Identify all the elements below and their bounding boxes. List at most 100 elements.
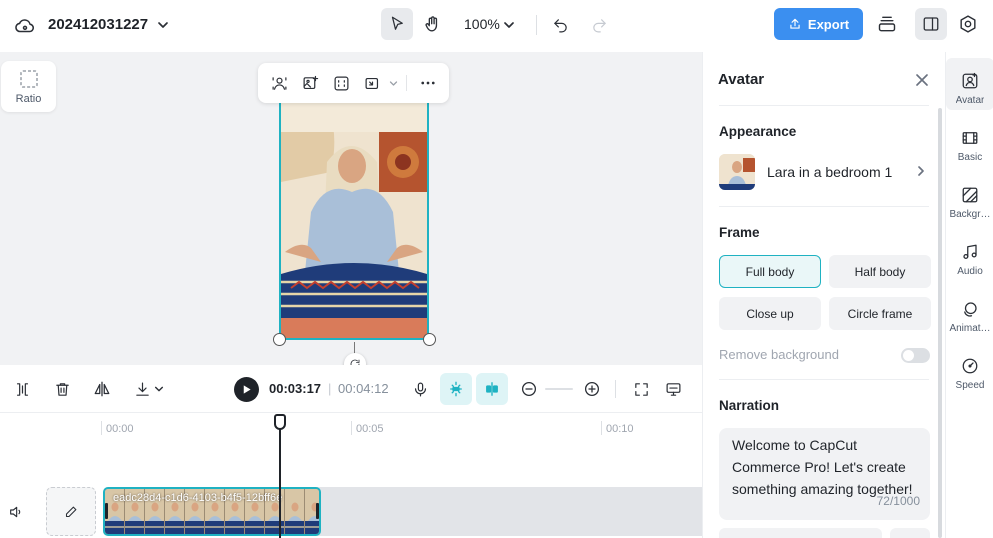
frame-half-body-button[interactable]: Half body [829, 255, 931, 288]
chevron-down-icon[interactable] [153, 14, 173, 36]
top-bar: 202412031227 100% Export [0, 0, 993, 52]
rotate-handle[interactable] [344, 353, 366, 365]
rail-label: Avatar [955, 95, 985, 106]
export-label: Export [807, 16, 850, 32]
film-icon [962, 132, 978, 144]
toggle-knob [903, 350, 914, 361]
playhead-line [279, 425, 281, 538]
add-image-icon[interactable] [298, 71, 322, 95]
divider [719, 105, 929, 106]
delete-icon[interactable] [50, 377, 74, 401]
avatar-clip[interactable]: eadc28d4-c1d6-4103-b4f5-12bff6e [103, 487, 321, 536]
tick-label: 00:10 [606, 423, 634, 435]
zoom-in-icon[interactable] [581, 378, 603, 400]
playback-toolbar: 00:03:17 | 00:04:12 [0, 365, 702, 413]
avatar-replace-icon[interactable] [267, 71, 291, 95]
hand-tool-button[interactable] [417, 8, 447, 40]
snap-toggle-button[interactable] [440, 373, 472, 405]
close-icon[interactable] [911, 69, 933, 91]
avatar-selector[interactable]: Lara in a bedroom 1 [719, 153, 931, 191]
zoom-chevron-icon[interactable] [500, 14, 518, 36]
background-icon [962, 187, 978, 203]
clip-trim-handle-right[interactable] [316, 503, 319, 519]
zoom-level[interactable]: 100% [464, 16, 500, 32]
download-chevron-icon[interactable] [153, 381, 165, 397]
rail-item-background[interactable]: Backgr… [946, 172, 993, 224]
panel-scrollbar[interactable] [938, 108, 942, 538]
zoom-slider[interactable] [545, 388, 573, 390]
rotate-icon [350, 359, 360, 365]
settings-icon[interactable] [955, 11, 981, 37]
flip-icon[interactable] [90, 377, 114, 401]
rail-item-avatar[interactable]: Avatar [946, 58, 993, 110]
clip-name: eadc28d4-c1d6-4103-b4f5-12bff6e [113, 492, 283, 504]
avatar-name: Lara in a bedroom 1 [767, 164, 893, 180]
magnet-snap-icon [450, 381, 462, 397]
avatar-panel: Avatar Appearance Lara in a bedroom 1 Fr… [702, 52, 945, 538]
avatar-image [281, 102, 427, 338]
zoom-out-icon[interactable] [518, 378, 540, 400]
transform-chevron-icon[interactable] [387, 75, 399, 91]
rail-label: Speed [955, 380, 985, 391]
frame-title: Frame [719, 225, 760, 240]
ratio-button[interactable]: Ratio [1, 61, 56, 112]
rail-item-audio[interactable]: Audio [946, 229, 993, 281]
animation-icon [964, 302, 977, 317]
tick-label: 00:00 [106, 423, 134, 435]
export-button[interactable]: Export [774, 8, 863, 40]
edit-cover-button[interactable] [46, 487, 96, 536]
frame-close-up-button[interactable]: Close up [719, 297, 821, 330]
download-icon[interactable] [130, 377, 154, 401]
redo-icon[interactable] [587, 12, 611, 38]
chevron-right-icon [915, 165, 927, 177]
avatar-video-preview[interactable] [279, 100, 429, 340]
transform-icon[interactable] [360, 71, 384, 95]
microphone-icon[interactable] [408, 377, 432, 401]
fullscreen-icon[interactable] [629, 377, 653, 401]
rail-label: Backgr… [949, 209, 991, 220]
undo-icon[interactable] [548, 12, 572, 38]
voice-selector[interactable] [719, 528, 882, 538]
tick-label: 00:05 [356, 423, 384, 435]
crop-frame-icon[interactable] [329, 71, 353, 95]
ratio-label: Ratio [15, 92, 42, 105]
divider [406, 75, 407, 91]
timeline[interactable]: 00:00 00:05 00:10 eadc28d4-c1d6-4103-b4f… [0, 413, 702, 538]
align-toggle-button[interactable] [476, 373, 508, 405]
resize-handle-bottom-right[interactable] [423, 333, 436, 346]
panel-toggle-icon[interactable] [915, 8, 947, 40]
narration-textarea[interactable]: Welcome to CapCut Commerce Pro! Let's cr… [719, 428, 930, 520]
frame-circle-button[interactable]: Circle frame [829, 297, 931, 330]
select-tool-button[interactable] [381, 8, 413, 40]
preview-canvas[interactable]: Ratio [0, 52, 702, 365]
rail-item-speed[interactable]: Speed [946, 343, 993, 395]
narration-text: Welcome to CapCut Commerce Pro! Let's cr… [732, 437, 913, 497]
avatar-thumbnail [719, 154, 755, 190]
play-icon [243, 385, 251, 394]
project-name[interactable]: 202412031227 [48, 16, 148, 33]
character-counter: 72/1000 [876, 494, 920, 508]
divider [719, 206, 929, 207]
volume-icon[interactable] [5, 501, 27, 523]
layers-icon[interactable] [874, 11, 900, 37]
tick-mark [601, 421, 602, 435]
upload-icon [790, 18, 800, 29]
clip-trim-handle-left[interactable] [105, 503, 108, 519]
caption-icon[interactable] [661, 377, 685, 401]
split-icon[interactable] [10, 377, 34, 401]
resize-handle-bottom-left[interactable] [273, 333, 286, 346]
rail-item-basic[interactable]: Basic [946, 115, 993, 167]
remove-background-toggle[interactable] [901, 348, 930, 363]
playhead-handle[interactable] [274, 414, 286, 430]
current-time: 00:03:17 [269, 381, 322, 396]
rail-item-animation[interactable]: Animat… [946, 286, 993, 338]
avatar-icon [962, 72, 978, 89]
divider [615, 380, 616, 398]
voice-preview-button[interactable] [890, 528, 930, 538]
cloud-sync-icon[interactable] [12, 13, 38, 39]
more-options-icon[interactable] [416, 71, 440, 95]
frame-full-body-button[interactable]: Full body [719, 255, 821, 288]
play-button[interactable] [234, 377, 259, 402]
divider [719, 379, 929, 380]
rail-label: Audio [957, 266, 983, 277]
